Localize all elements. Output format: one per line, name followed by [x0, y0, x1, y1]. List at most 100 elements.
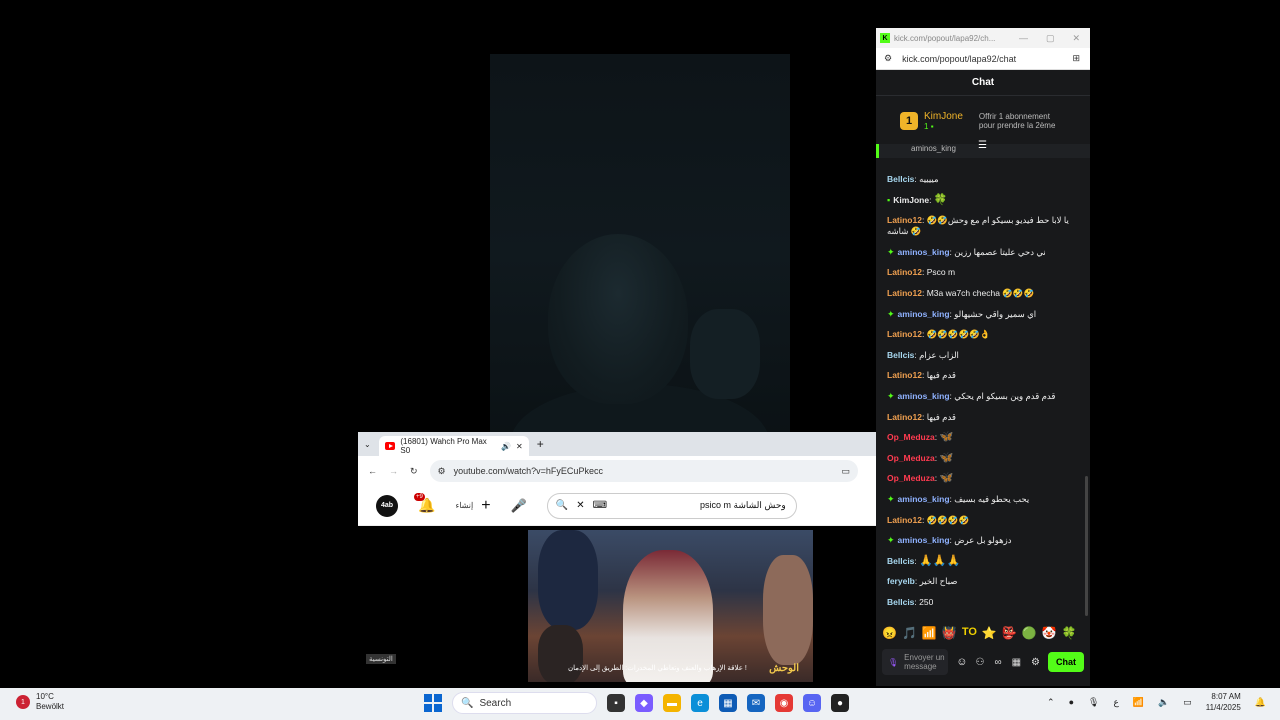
quick-emote[interactable]: 🤡 — [1042, 626, 1057, 640]
quick-emote[interactable]: 🎵 — [902, 626, 917, 640]
chat-username[interactable]: KimJone — [893, 195, 929, 205]
youtube-video-player[interactable]: علاقة الإرهاب والعنف وتعاطي المخدرات: ال… — [358, 526, 878, 686]
keyboard-icon[interactable]: ⌨ — [593, 500, 607, 511]
browser-tab[interactable]: (16801) Wahch Pro Max S0 🔊 ✕ — [378, 436, 529, 456]
chat-emote[interactable]: 🙏🙏🙏 — [919, 555, 960, 567]
chat-username[interactable]: aminos_king — [898, 309, 950, 319]
chat-username[interactable]: aminos_king — [898, 494, 950, 504]
chat-username[interactable]: Latino12 — [887, 515, 922, 525]
quick-emote[interactable]: 👹 — [942, 626, 957, 640]
cast-icon[interactable]: ▭ — [841, 466, 850, 477]
translate-icon[interactable]: ⊞ — [1072, 53, 1090, 64]
emoji-icon[interactable]: ☺ — [956, 656, 967, 668]
close-icon[interactable]: ✕ — [1072, 33, 1080, 44]
speaker-icon[interactable]: 🔊 — [501, 442, 511, 451]
create-button[interactable]: إنشاء + — [455, 497, 490, 515]
chat-username[interactable]: Op_Meduza — [887, 453, 935, 463]
chat-username[interactable]: Op_Meduza — [887, 432, 935, 442]
forward-icon[interactable]: → — [389, 466, 398, 476]
gift-sub-offer[interactable]: Offrir 1 abonnement pour prendre la 2ème — [979, 112, 1056, 130]
window-title: kick.com/popout/lapa92/ch... — [894, 33, 996, 43]
quick-emote[interactable]: TO — [962, 626, 977, 640]
system-tray: ⌃ ● 🎙 ع 📶 🔈 ▭ 8:07 AM 11/4/2025 🔔 — [1047, 691, 1266, 713]
chat-username[interactable]: Latino12 — [887, 288, 922, 298]
popout-url[interactable]: kick.com/popout/lapa92/chat — [902, 54, 1016, 64]
clock[interactable]: 8:07 AM 11/4/2025 — [1206, 691, 1241, 713]
clear-search-icon[interactable]: ✕ — [576, 500, 584, 511]
weather-widget[interactable]: 1 10°C Bewölkt — [16, 692, 64, 712]
gifter-name[interactable]: KimJone — [924, 111, 963, 122]
chat-username[interactable]: aminos_king — [898, 247, 950, 257]
windows-start-icon[interactable] — [424, 694, 442, 712]
filter-icon[interactable]: ☰ — [978, 140, 987, 151]
chat-username[interactable]: feryelb — [887, 576, 915, 586]
plus-icon: + — [481, 496, 491, 514]
copilot-icon[interactable]: ◆ — [635, 694, 653, 712]
volume-icon[interactable]: 🔈 — [1158, 697, 1169, 708]
chat-username[interactable]: Latino12 — [887, 329, 922, 339]
chat-username[interactable]: Latino12 — [887, 412, 922, 422]
wifi-icon[interactable]: 📶 — [1133, 697, 1144, 708]
chat-message: Bellcis: 🙏🙏🙏 — [887, 555, 1086, 567]
search-input[interactable]: 🔍 ✕ ⌨ psico m وحش الشاشة — [546, 492, 797, 519]
chat-username[interactable]: Bellcis — [887, 597, 914, 607]
reload-icon[interactable]: ↻ — [410, 466, 418, 477]
outlook-icon[interactable]: ✉ — [747, 694, 765, 712]
file-explorer-icon[interactable]: ▬ — [663, 694, 681, 712]
users-icon[interactable]: ⚇ — [975, 657, 984, 668]
mic-tray-icon[interactable]: 🎙 — [1088, 697, 1099, 708]
chat-username[interactable]: Latino12 — [887, 370, 922, 380]
chat-username[interactable]: Latino12 — [887, 215, 922, 225]
new-tab-button[interactable]: + — [537, 437, 544, 451]
store-icon[interactable]: ▦ — [1012, 657, 1021, 668]
url-bar[interactable]: ⚙ youtube.com/watch?v=hFyECuPkecc ▭ — [429, 460, 858, 482]
quick-emote[interactable]: 🍀 — [1062, 626, 1077, 640]
site-settings-icon[interactable]: ⚙ — [884, 53, 892, 64]
quick-emote[interactable]: 📶 — [922, 626, 937, 640]
chat-username[interactable]: aminos_king — [898, 535, 950, 545]
store-icon[interactable]: ▦ — [719, 694, 737, 712]
mic-icon[interactable]: 🎤 — [511, 498, 527, 514]
chat-username[interactable]: Bellcis — [887, 174, 914, 184]
chat-username[interactable]: Bellcis — [887, 556, 914, 566]
edge-icon[interactable]: e — [691, 694, 709, 712]
battery-icon[interactable]: ▭ — [1183, 697, 1192, 708]
taskbar-search[interactable]: 🔍 Search — [452, 692, 597, 714]
quick-emote[interactable]: 😠 — [882, 626, 897, 640]
tray-app-icon[interactable]: ● — [1069, 697, 1074, 707]
chrome-icon[interactable]: ◉ — [775, 694, 793, 712]
language-indicator[interactable]: ع — [1113, 697, 1118, 708]
maximize-icon[interactable]: ▢ — [1046, 33, 1055, 44]
gear-icon[interactable]: ⚙ — [1031, 657, 1040, 668]
chat-username[interactable]: Latino12 — [887, 267, 922, 277]
close-tab-icon[interactable]: ✕ — [516, 442, 523, 451]
chevron-up-icon[interactable]: ⌃ — [1047, 697, 1055, 708]
chat-scrollbar[interactable] — [1085, 476, 1088, 616]
chat-emote[interactable]: 🦋 — [939, 432, 953, 443]
infinity-icon[interactable]: ∞ — [994, 657, 1001, 668]
chat-emote[interactable]: 🦋 — [939, 473, 953, 484]
avatar[interactable]: 4ab — [376, 494, 398, 517]
search-icon[interactable]: 🔍 — [556, 500, 568, 511]
chat-username[interactable]: Bellcis — [887, 350, 914, 360]
discord-icon[interactable]: ☺ — [803, 694, 821, 712]
notifications-bell-icon[interactable]: 🔔 +9 — [414, 493, 435, 514]
chat-username[interactable]: Op_Meduza — [887, 473, 935, 483]
task-view-icon[interactable]: ▪ — [607, 694, 625, 712]
back-icon[interactable]: ← — [368, 466, 377, 476]
quick-emote[interactable]: 👺 — [1002, 626, 1017, 640]
notifications-icon[interactable]: 🔔 — [1255, 697, 1266, 708]
chat-emote[interactable]: 🦋 — [939, 452, 953, 464]
app-icon[interactable]: ● — [831, 694, 849, 712]
chat-emote[interactable]: 🍀 — [934, 194, 948, 206]
chat-input[interactable]: 🎙 Envoyer un message — [882, 649, 949, 675]
youtube-header: 4ab 🔔 +9 إنشاء + 🎤 🔍 ✕ ⌨ psico m وحش الشا… — [358, 486, 878, 526]
mic-icon[interactable]: 🎙 — [888, 658, 898, 667]
quick-emote[interactable]: ⭐ — [982, 626, 997, 640]
chat-username[interactable]: aminos_king — [898, 391, 950, 401]
chevron-down-icon[interactable]: ⌄ — [364, 440, 371, 449]
send-chat-button[interactable]: Chat — [1048, 652, 1084, 672]
quick-emote[interactable]: 🟢 — [1022, 626, 1037, 640]
minimize-icon[interactable]: — — [1019, 33, 1028, 44]
site-settings-icon[interactable]: ⚙ — [438, 466, 446, 477]
